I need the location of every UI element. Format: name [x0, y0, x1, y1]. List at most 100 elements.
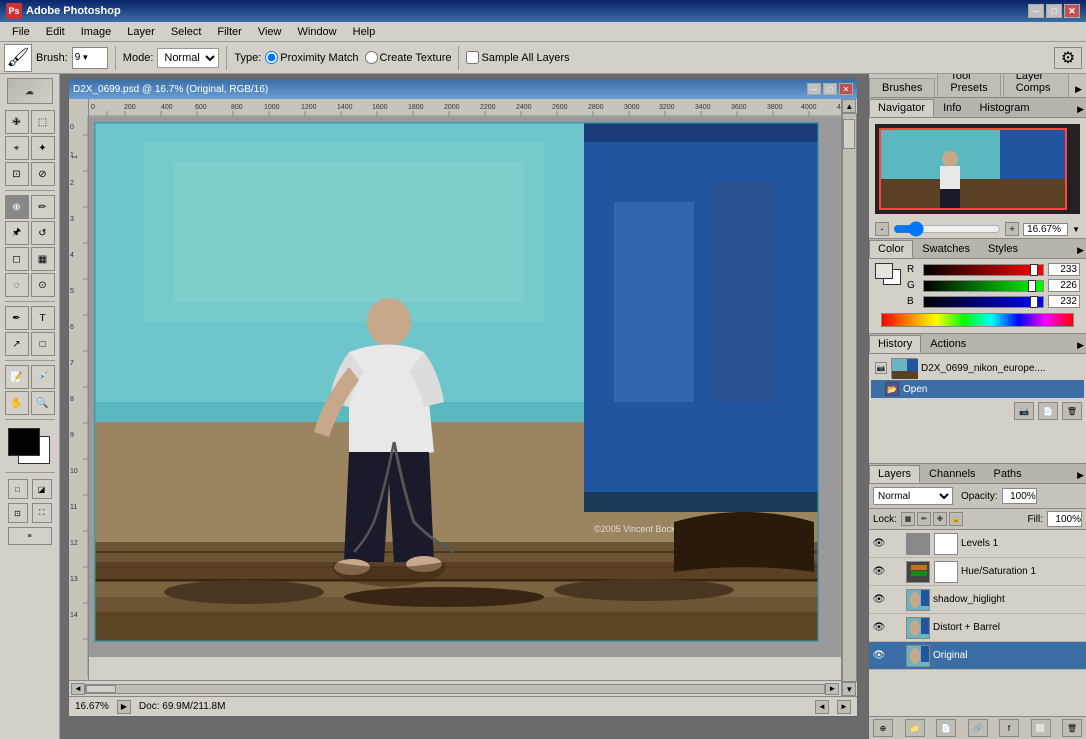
notes-tool[interactable]: 📝	[5, 365, 29, 389]
red-thumb[interactable]	[1030, 264, 1038, 276]
blue-thumb[interactable]	[1030, 296, 1038, 308]
layer-eye-distort[interactable]: 👁	[872, 621, 886, 635]
type-tool[interactable]: T	[31, 306, 55, 330]
brush-size-display[interactable]: 9 ▼	[72, 47, 108, 69]
move-tool[interactable]: ✙	[5, 110, 29, 134]
history-create-new-btn[interactable]: 📄	[1038, 402, 1058, 420]
zoom-arrow-btn[interactable]: ▶	[117, 700, 131, 714]
scroll-down-btn[interactable]: ▼	[842, 682, 856, 696]
nav-zoom-in-btn[interactable]: +	[1005, 222, 1019, 236]
zoom-tool[interactable]: 🔍	[31, 391, 55, 415]
tab-layers[interactable]: Layers	[869, 465, 920, 483]
proximity-match-radio[interactable]	[265, 51, 278, 64]
fg-swatch-mini[interactable]	[875, 263, 893, 279]
status-nav-right[interactable]: ►	[837, 700, 851, 714]
green-slider[interactable]	[923, 280, 1044, 292]
tab-info[interactable]: Info	[934, 99, 970, 117]
vertical-scrollbar[interactable]: ▲ ▼	[841, 99, 857, 696]
color-spectrum[interactable]	[881, 313, 1074, 327]
marquee-tool[interactable]: ⬚	[31, 110, 55, 134]
create-texture-radio[interactable]	[365, 51, 378, 64]
create-texture-option[interactable]: Create Texture	[365, 51, 452, 64]
create-layer-btn[interactable]: 📄	[936, 719, 956, 737]
healing-brush-tool[interactable]: ⊕	[5, 195, 29, 219]
layer-row-hue-sat[interactable]: 👁 Hue/Saturation 1	[869, 558, 1086, 586]
photoshop-logo[interactable]: ☁	[7, 78, 53, 104]
h-scroll-track[interactable]	[85, 684, 825, 694]
blue-slider[interactable]	[923, 296, 1044, 308]
v-scroll-track[interactable]	[842, 113, 857, 682]
menu-edit[interactable]: Edit	[38, 24, 73, 40]
nav-zoom-slider[interactable]	[893, 224, 1001, 234]
gradient-tool[interactable]: ▦	[31, 247, 55, 271]
history-new-snapshot-btn[interactable]: 📷	[1014, 402, 1034, 420]
scroll-right-btn[interactable]: ►	[825, 683, 839, 695]
color-swatch-area[interactable]	[8, 428, 52, 468]
maximize-button[interactable]: □	[1046, 4, 1062, 18]
layer-row-original[interactable]: 👁 Original	[869, 642, 1086, 670]
panel-options-btn[interactable]: ▶	[1071, 82, 1086, 97]
doc-close-btn[interactable]: ✕	[839, 83, 853, 95]
fullscreen-btn[interactable]: ⛶	[32, 503, 52, 523]
doc-maximize-btn[interactable]: □	[823, 83, 837, 95]
status-nav-left[interactable]: ◄	[815, 700, 829, 714]
blue-value[interactable]	[1048, 295, 1080, 308]
tab-color[interactable]: Color	[869, 240, 913, 258]
canvas-viewport[interactable]: ©2005 Vincent Bockaert 123di	[89, 117, 841, 657]
sample-all-layers-option[interactable]: Sample All Layers	[466, 51, 569, 64]
nav-zoom-out-btn[interactable]: -	[875, 222, 889, 236]
menu-image[interactable]: Image	[73, 24, 120, 40]
layer-eye-hue-sat[interactable]: 👁	[872, 565, 886, 579]
slice-tool[interactable]: ⊘	[31, 162, 55, 186]
create-group-btn[interactable]: 📁	[905, 719, 925, 737]
path-select-tool[interactable]: ↗	[5, 332, 29, 356]
menu-window[interactable]: Window	[290, 24, 345, 40]
history-snapshot-btn[interactable]: 📷	[875, 362, 887, 374]
nav-zoom-value[interactable]: 16.67%	[1023, 223, 1068, 236]
doc-minimize-btn[interactable]: ─	[807, 83, 821, 95]
history-panel-menu[interactable]: ▶	[1075, 338, 1086, 353]
eyedropper-tool[interactable]: 💉	[31, 365, 55, 389]
menu-help[interactable]: Help	[345, 24, 384, 40]
menu-filter[interactable]: Filter	[209, 24, 249, 40]
brush-tool[interactable]: ✏	[31, 195, 55, 219]
nav-panel-menu[interactable]: ▶	[1075, 102, 1086, 117]
tab-paths[interactable]: Paths	[985, 465, 1031, 483]
history-delete-btn[interactable]: 🗑	[1062, 402, 1082, 420]
close-button[interactable]: ✕	[1064, 4, 1080, 18]
layer-mask-btn[interactable]: ⬜	[1031, 719, 1051, 737]
extra-btn-1[interactable]: ≡	[8, 527, 52, 545]
tab-layer-comps[interactable]: Layer Comps	[1003, 74, 1069, 97]
minimize-button[interactable]: ─	[1028, 4, 1044, 18]
tab-navigator[interactable]: Navigator	[869, 99, 934, 117]
tab-history[interactable]: History	[869, 335, 921, 353]
tab-actions[interactable]: Actions	[921, 335, 975, 353]
menu-file[interactable]: File	[4, 24, 38, 40]
dodge-tool[interactable]: ⊙	[31, 273, 55, 297]
delete-layer-btn[interactable]: 🗑	[1062, 719, 1082, 737]
layers-panel-menu[interactable]: ▶	[1075, 468, 1086, 483]
layer-row-distort[interactable]: 👁 Distort + Barrel	[869, 614, 1086, 642]
layer-eye-levels1[interactable]: 👁	[872, 537, 886, 551]
lock-image-btn[interactable]: ✏	[917, 512, 931, 526]
v-scroll-thumb[interactable]	[843, 119, 855, 149]
lock-position-btn[interactable]: ✙	[933, 512, 947, 526]
mode-select[interactable]: Normal	[157, 48, 219, 68]
tab-swatches[interactable]: Swatches	[913, 240, 979, 258]
shape-tool[interactable]: □	[31, 332, 55, 356]
link-layers-btn[interactable]: 🔗	[968, 719, 988, 737]
magic-wand-tool[interactable]: ✦	[31, 136, 55, 160]
color-panel-menu[interactable]: ▶	[1075, 243, 1086, 258]
history-brush-tool[interactable]: ↺	[31, 221, 55, 245]
eraser-tool[interactable]: ◻	[5, 247, 29, 271]
lock-all-btn[interactable]: 🔒	[949, 512, 963, 526]
layer-style-btn[interactable]: f	[999, 719, 1019, 737]
options-button[interactable]: ⚙	[1054, 47, 1082, 69]
quick-mask-btn[interactable]: ◪	[32, 479, 52, 499]
clone-stamp-tool[interactable]: 🖈	[5, 221, 29, 245]
horizontal-scrollbar[interactable]: ◄ ►	[69, 680, 841, 696]
foreground-color-swatch[interactable]	[8, 428, 40, 456]
menu-select[interactable]: Select	[163, 24, 210, 40]
standard-mode-btn[interactable]: □	[8, 479, 28, 499]
nav-collapse-btn[interactable]: ▼	[1072, 225, 1080, 234]
